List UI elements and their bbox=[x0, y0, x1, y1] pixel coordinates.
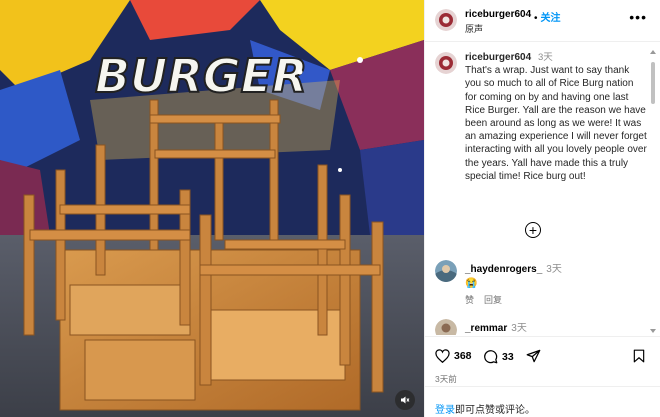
post-header: riceburger604 • 关注 原声 ••• bbox=[425, 0, 660, 42]
comments-count: 33 bbox=[502, 350, 514, 363]
mute-button[interactable] bbox=[395, 390, 415, 410]
avatar-image bbox=[435, 260, 457, 282]
comment-time: 3天 bbox=[546, 264, 562, 275]
comment-bubble-icon bbox=[484, 350, 498, 364]
original-audio-link[interactable]: 原声 bbox=[465, 22, 483, 35]
mural-text: BURGER bbox=[95, 49, 307, 103]
comment-username[interactable]: _remmar bbox=[465, 323, 507, 334]
caption-avatar[interactable] bbox=[435, 52, 457, 74]
likes-count: 368 bbox=[454, 350, 472, 362]
follow-separator: • bbox=[534, 13, 538, 24]
instagram-post-view: BURGER riceburger604 • 关注 原声 ••• ricebur… bbox=[0, 0, 660, 417]
bookmark-icon bbox=[633, 349, 645, 363]
more-options-icon[interactable]: ••• bbox=[629, 10, 647, 24]
video-frame: BURGER bbox=[0, 0, 424, 417]
like-button[interactable]: 368 bbox=[435, 349, 472, 363]
paper-plane-icon bbox=[526, 349, 541, 363]
post-actions-bar: 368 33 3天前 bbox=[425, 336, 660, 386]
scroll-thumb[interactable] bbox=[651, 62, 655, 104]
comment-item: _haydenrogers_ 3天 😭 赞回复 bbox=[465, 260, 562, 306]
follow-label[interactable]: 关注 bbox=[541, 13, 561, 24]
speaker-muted-icon bbox=[401, 396, 410, 404]
avatar[interactable] bbox=[435, 9, 457, 31]
comment-text: 😭 bbox=[465, 278, 478, 289]
comment-reply-button[interactable]: 回复 bbox=[484, 295, 502, 305]
comments-scrollbar[interactable] bbox=[650, 48, 656, 335]
username-link[interactable]: riceburger604 bbox=[465, 9, 531, 20]
caption-text: That's a wrap. Just want to say thank yo… bbox=[465, 65, 647, 182]
save-button[interactable] bbox=[633, 349, 645, 363]
scroll-up-arrow-icon[interactable] bbox=[650, 50, 656, 54]
avatar-image bbox=[435, 52, 457, 74]
login-prompt: 登录即可点赞或评论。 bbox=[425, 386, 660, 417]
share-button[interactable] bbox=[526, 349, 541, 363]
load-more-comments-button[interactable]: + bbox=[525, 222, 541, 238]
comment-avatar[interactable] bbox=[435, 260, 457, 282]
comments-list[interactable]: riceburger604 3天 That's a wrap. Just wan… bbox=[425, 43, 660, 335]
comment-button[interactable]: 33 bbox=[483, 349, 514, 364]
post-side-panel: riceburger604 • 关注 原声 ••• riceburger604 3… bbox=[424, 0, 660, 417]
avatar-image bbox=[435, 9, 457, 31]
comment-item: _remmar3天 😭😭 bbox=[465, 319, 527, 335]
comment-username[interactable]: _haydenrogers_ bbox=[465, 264, 542, 275]
post-video[interactable]: BURGER bbox=[0, 0, 424, 417]
post-timestamp: 3天前 bbox=[435, 374, 457, 384]
follow-button[interactable]: • 关注 bbox=[534, 9, 561, 24]
comment-avatar[interactable] bbox=[435, 319, 457, 335]
post-caption: riceburger604 3天 That's a wrap. Just wan… bbox=[465, 51, 647, 183]
comment-actions: 赞回复 bbox=[465, 293, 562, 306]
plus-icon: + bbox=[528, 222, 538, 238]
login-prompt-text: 即可点赞或评论。 bbox=[455, 405, 535, 416]
comment-time: 3天 bbox=[511, 323, 527, 334]
caption-username[interactable]: riceburger604 bbox=[465, 52, 531, 63]
scroll-down-arrow-icon[interactable] bbox=[650, 329, 656, 333]
heart-icon bbox=[435, 349, 450, 363]
login-link[interactable]: 登录 bbox=[435, 405, 455, 416]
comment-like-button[interactable]: 赞 bbox=[465, 295, 474, 305]
avatar-image bbox=[435, 319, 457, 335]
caption-time: 3天 bbox=[537, 52, 553, 63]
